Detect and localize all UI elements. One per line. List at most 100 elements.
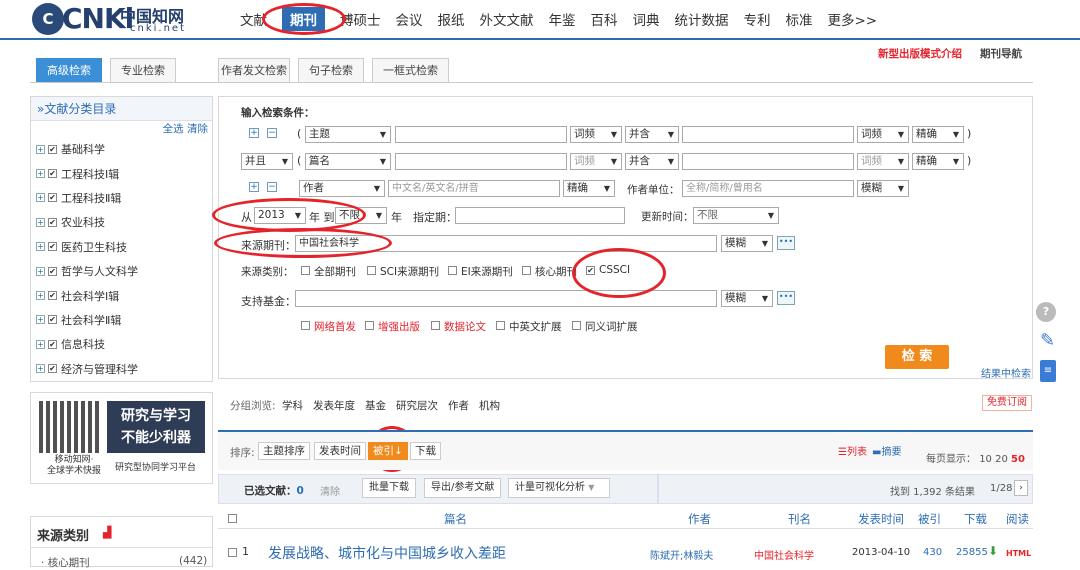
checkbox-checked-icon[interactable]: ✔ <box>48 144 57 154</box>
group-subject[interactable]: 学科 <box>282 398 303 413</box>
sort-downloads[interactable]: 下载 <box>410 442 441 460</box>
field-select-1[interactable]: 主题 <box>305 126 391 143</box>
pen-icon[interactable]: ✎ <box>1040 330 1055 351</box>
expand-icon[interactable]: + <box>36 193 45 203</box>
group-level[interactable]: 研究层次 <box>396 398 438 413</box>
free-subscribe-button[interactable]: 免费订阅 <box>982 395 1032 411</box>
nav-qikan[interactable]: 期刊 <box>282 7 325 31</box>
new-mode-link[interactable]: 新型出版模式介绍 <box>878 46 962 61</box>
nav-zhuanli[interactable]: 专利 <box>744 9 771 29</box>
author-field-select[interactable]: 作者 <box>299 180 385 197</box>
tab-advanced[interactable]: 高级检索 <box>36 58 102 82</box>
freq-select-2[interactable]: 词频 <box>570 153 622 170</box>
add-row-icon[interactable]: + <box>249 128 259 138</box>
checkbox-icon[interactable] <box>496 321 505 330</box>
checkbox-icon[interactable] <box>367 266 376 275</box>
row-author-link[interactable]: 陈斌开;林毅夫 <box>650 547 713 562</box>
author-input[interactable]: 中文名/英文名/拼音 <box>388 180 560 197</box>
source-item-core[interactable]: · 核心期刊 <box>41 555 90 570</box>
col-author[interactable]: 作者 <box>688 511 711 527</box>
checkbox-checked-icon[interactable]: ✔ <box>48 266 57 276</box>
cat-all[interactable]: 全部期刊 <box>301 264 356 279</box>
col-title[interactable]: 篇名 <box>444 511 467 527</box>
checkbox-icon[interactable] <box>365 321 374 330</box>
sidebar-item[interactable]: + ✔ 工程科技Ⅱ辑 <box>31 186 212 210</box>
freq2-select-2[interactable]: 词频 <box>857 153 909 170</box>
extra-synonym[interactable]: 同义词扩展 <box>572 319 638 334</box>
checkbox-checked-icon[interactable]: ✔ <box>586 266 595 275</box>
checkbox-icon[interactable] <box>448 266 457 275</box>
search-button[interactable]: 检 索 <box>885 345 949 369</box>
promo-box[interactable]: 研究与学习 不能少利器 移动知网· 全球学术快报 研究型协同学习平台 <box>30 392 213 484</box>
nav-wenxian[interactable]: 文献 <box>240 9 267 29</box>
fund-match-select[interactable]: 模糊 <box>721 290 773 307</box>
source-input[interactable]: 中国社会科学 <box>295 235 717 252</box>
sort-cited[interactable]: 被引↓ <box>368 442 408 460</box>
freq-select-1[interactable]: 词频 <box>570 126 622 143</box>
checkbox-icon[interactable] <box>572 321 581 330</box>
tab-onebox[interactable]: 一框式检索 <box>372 58 449 82</box>
checkbox-icon[interactable] <box>301 321 310 330</box>
checkbox-checked-icon[interactable]: ✔ <box>48 217 57 227</box>
clear-selected-link[interactable]: 清除 <box>320 483 340 498</box>
unit-match-select[interactable]: 模糊 <box>857 180 909 197</box>
expand-icon[interactable]: + <box>36 169 45 179</box>
col-cited[interactable]: 被引 <box>918 511 941 527</box>
match-select-1[interactable]: 精确 <box>912 126 964 143</box>
op-select-1[interactable]: 并含 <box>625 126 679 143</box>
col-journal[interactable]: 刊名 <box>788 511 811 527</box>
sidebar-item[interactable]: + ✔ 经济与管理科学 <box>31 357 212 381</box>
remove-row-icon[interactable]: − <box>267 128 277 138</box>
download-arrow-icon[interactable]: ⬇ <box>988 544 998 558</box>
update-select[interactable]: 不限 <box>693 207 779 224</box>
expand-icon[interactable]: + <box>36 339 45 349</box>
source-more-button[interactable]: ••• <box>777 236 795 250</box>
author-match-select[interactable]: 精确 <box>563 180 615 197</box>
nav-more[interactable]: 更多>> <box>828 9 878 29</box>
nav-cidian[interactable]: 词典 <box>633 9 660 29</box>
view-abstract[interactable]: ▬摘要 <box>872 443 901 458</box>
checkbox-checked-icon[interactable]: ✔ <box>48 291 57 301</box>
cat-sci[interactable]: SCI来源期刊 <box>367 264 439 279</box>
nav-baozhi[interactable]: 报纸 <box>438 9 465 29</box>
nav-tongji[interactable]: 统计数据 <box>675 9 729 29</box>
view-list[interactable]: ☰列表 <box>838 443 867 458</box>
row-html-link[interactable]: HTML <box>1006 549 1031 558</box>
journal-nav-link[interactable]: 期刊导航 <box>980 46 1022 61</box>
to-year-select[interactable]: 不限 <box>335 207 387 224</box>
expand-icon[interactable]: + <box>36 291 45 301</box>
viz-button[interactable]: 计量可视化分析 ▼ <box>508 478 610 498</box>
sidebar-item[interactable]: + ✔ 工程科技Ⅰ辑 <box>31 161 212 185</box>
sidebar-item[interactable]: + ✔ 医药卫生科技 <box>31 235 212 259</box>
expand-icon[interactable]: + <box>36 242 45 252</box>
batch-download-button[interactable]: 批量下载 <box>362 478 416 498</box>
checkbox-checked-icon[interactable]: ✔ <box>48 364 57 374</box>
match-select-2[interactable]: 精确 <box>912 153 964 170</box>
row-journal-link[interactable]: 中国社会科学 <box>754 547 814 562</box>
extra-data-paper[interactable]: 数据论文 <box>431 319 486 334</box>
tab-sentence[interactable]: 句子检索 <box>298 58 364 82</box>
expand-icon[interactable]: + <box>36 315 45 325</box>
nav-waiwen[interactable]: 外文文献 <box>480 9 534 29</box>
nav-huiyi[interactable]: 会议 <box>396 9 423 29</box>
expand-icon[interactable]: + <box>36 364 45 374</box>
specify-input[interactable] <box>455 207 625 224</box>
group-author[interactable]: 作者 <box>448 398 469 413</box>
row-title-link[interactable]: 发展战略、城市化与中国城乡收入差距 <box>268 543 506 563</box>
checkbox-checked-icon[interactable]: ✔ <box>48 169 57 179</box>
keyword-input-1[interactable] <box>395 126 567 143</box>
select-all-link[interactable]: 全选 <box>163 123 184 135</box>
cat-core[interactable]: 核心期刊 <box>522 264 577 279</box>
help-icon[interactable]: ? <box>1036 302 1056 322</box>
expand-icon[interactable]: + <box>36 217 45 227</box>
group-year[interactable]: 发表年度 <box>313 398 355 413</box>
nav-boshuo[interactable]: 博硕士 <box>340 9 381 29</box>
checkbox-checked-icon[interactable]: ✔ <box>48 242 57 252</box>
row-cited-link[interactable]: 430 <box>923 547 942 558</box>
group-institution[interactable]: 机构 <box>479 398 500 413</box>
tab-author[interactable]: 作者发文检索 <box>218 58 290 82</box>
sidebar-item[interactable]: + ✔ 社会科学Ⅰ辑 <box>31 283 212 307</box>
unit-input[interactable]: 全称/简称/曾用名 <box>682 180 854 197</box>
next-page-icon[interactable]: › <box>1014 480 1028 496</box>
checkbox-icon[interactable] <box>431 321 440 330</box>
